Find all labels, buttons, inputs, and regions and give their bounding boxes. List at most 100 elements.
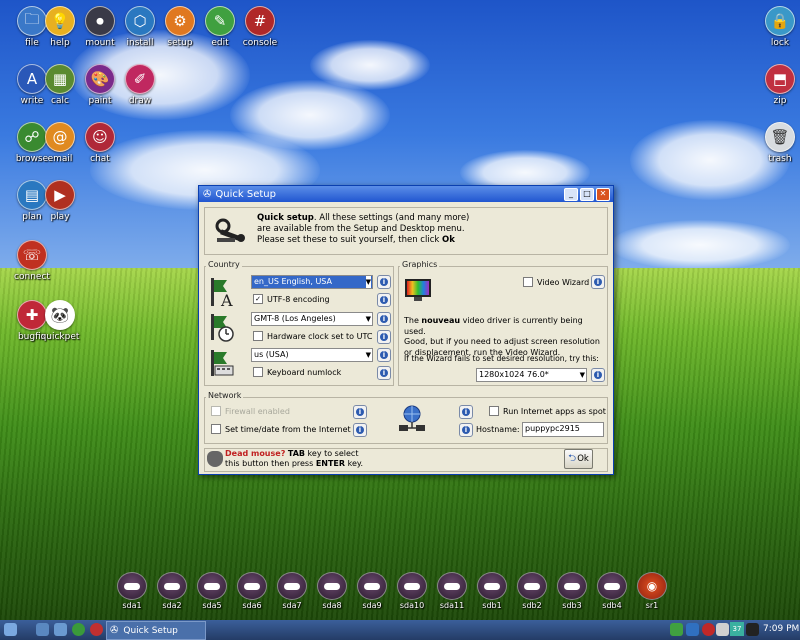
desktop-icon-label: quickpet xyxy=(40,332,80,342)
browser-icon[interactable] xyxy=(72,623,85,636)
video-wizard-info-icon[interactable]: i xyxy=(591,275,605,289)
network-info-icon-2[interactable]: i xyxy=(459,423,473,437)
timedate-check-box[interactable] xyxy=(211,424,221,434)
drive-sdb2[interactable]: sdb2 xyxy=(516,572,548,610)
drive-sda5[interactable]: sda5 xyxy=(196,572,228,610)
drive-sdb4[interactable]: sdb4 xyxy=(596,572,628,610)
numlock-info-icon[interactable]: i xyxy=(377,366,391,380)
tray-update-icon[interactable] xyxy=(702,623,715,636)
desktop-icon-draw[interactable]: ✐ draw xyxy=(112,64,168,106)
drive-sda11[interactable]: sda11 xyxy=(436,572,468,610)
drive-sr1[interactable]: ◉ sr1 xyxy=(636,572,668,610)
drive-sda7[interactable]: sda7 xyxy=(276,572,308,610)
firewall-checkbox[interactable]: Firewall enabled xyxy=(211,406,290,416)
drive-label: sda2 xyxy=(162,601,182,610)
trash-icon: 🗑 xyxy=(765,122,795,152)
hostname-input[interactable]: puppypc2915 xyxy=(522,422,604,437)
footer-line1-rest: key to select xyxy=(305,449,359,458)
spot-check-box[interactable] xyxy=(489,406,499,416)
desktop-icon-connect[interactable]: ☏ connect xyxy=(4,240,60,282)
drive-label: sdb1 xyxy=(482,601,502,610)
mouse-icon xyxy=(207,451,223,467)
edit-icon: ✎ xyxy=(205,6,235,36)
drive-sda9[interactable]: sda9 xyxy=(356,572,388,610)
desktop-icon-trash[interactable]: 🗑 trash xyxy=(752,122,800,164)
drive-icon xyxy=(397,572,427,600)
hwclock-check-box[interactable] xyxy=(253,331,263,341)
timedate-checkbox[interactable]: Set time/date from the Internet xyxy=(211,424,351,434)
menu-icon[interactable] xyxy=(4,623,17,636)
calc-icon: ▦ xyxy=(45,64,75,94)
firewall-info-icon[interactable]: i xyxy=(353,405,367,419)
tray-network-icon[interactable] xyxy=(686,623,699,636)
timezone-select[interactable]: GMT-8 (Los Angeles) ▼ xyxy=(251,312,373,326)
drive-icon xyxy=(437,572,467,600)
drive-sda2[interactable]: sda2 xyxy=(156,572,188,610)
firewall-check-box[interactable] xyxy=(211,406,221,416)
ok-button[interactable]: ⮌ Ok xyxy=(564,449,593,469)
tray-monitor-icon[interactable] xyxy=(746,623,759,636)
cloud xyxy=(310,40,430,90)
numlock-check-box[interactable] xyxy=(253,367,263,377)
drive-sda8[interactable]: sda8 xyxy=(316,572,348,610)
resolution-info-icon[interactable]: i xyxy=(591,368,605,382)
hwclock-checkbox[interactable]: Hardware clock set to UTC xyxy=(253,331,372,341)
desktop-icon-console[interactable]: # console xyxy=(232,6,288,48)
lock-icon: 🔒 xyxy=(765,6,795,36)
gfx-desc-pre: The xyxy=(404,316,422,325)
drive-icon xyxy=(477,572,507,600)
locale-select[interactable]: en_US English, USA ▼ xyxy=(251,275,373,289)
graphics-description: The nouveau video driver is currently be… xyxy=(404,316,604,358)
maximize-button[interactable]: □ xyxy=(580,188,594,201)
tray-volume-icon[interactable] xyxy=(716,623,729,636)
drive-sda10[interactable]: sda10 xyxy=(396,572,428,610)
locale-info-icon[interactable]: i xyxy=(377,275,391,289)
keyboard-select[interactable]: us (USA) ▼ xyxy=(251,348,373,362)
video-wizard-check-box[interactable] xyxy=(523,277,533,287)
drive-sdb3[interactable]: sdb3 xyxy=(556,572,588,610)
email-icon: @ xyxy=(45,122,75,152)
utf8-check-box[interactable]: ✓ xyxy=(253,294,263,304)
drive-sda6[interactable]: sda6 xyxy=(236,572,268,610)
desktop-icon-quickpet[interactable]: 🐼 quickpet xyxy=(32,300,88,342)
desktop-icon-lock[interactable]: 🔒 lock xyxy=(752,6,800,48)
hwclock-info-icon[interactable]: i xyxy=(377,330,391,344)
clock[interactable]: 7:09 PM xyxy=(763,624,799,634)
desktop-icon-label: draw xyxy=(128,96,152,106)
drive-label: sda6 xyxy=(242,601,262,610)
timezone-info-icon[interactable]: i xyxy=(377,312,391,326)
desktop-icon-play[interactable]: ▶ play xyxy=(32,180,88,222)
drive-sda1[interactable]: sda1 xyxy=(116,572,148,610)
numlock-checkbox[interactable]: Keyboard numlock xyxy=(253,367,341,377)
drive-icon xyxy=(557,572,587,600)
footer-line2-post: key. xyxy=(345,459,364,468)
drive-icon xyxy=(277,572,307,600)
close-button[interactable]: ✕ xyxy=(596,188,610,201)
network-info-icon-1[interactable]: i xyxy=(459,405,473,419)
utf8-info-icon[interactable]: i xyxy=(377,293,391,307)
desktop-icon-zip[interactable]: ⬒ zip xyxy=(752,64,800,106)
drive-icon xyxy=(117,572,147,600)
shutdown-icon[interactable] xyxy=(90,623,103,636)
task-button-quick-setup[interactable]: ✇ Quick Setup xyxy=(106,621,206,640)
timezone-value: GMT-8 (Los Angeles) xyxy=(254,314,336,323)
home-icon[interactable] xyxy=(54,623,67,636)
keyboard-info-icon[interactable]: i xyxy=(377,348,391,362)
desktop-icon-chat[interactable]: ☺ chat xyxy=(72,122,128,164)
tray-battery-icon[interactable] xyxy=(670,623,683,636)
drive-label: sdb2 xyxy=(522,601,542,610)
drive-icon xyxy=(317,572,347,600)
minimize-button[interactable]: _ xyxy=(564,188,578,201)
spot-checkbox[interactable]: Run Internet apps as spot xyxy=(489,406,606,416)
title-bar[interactable]: ✇ Quick Setup xyxy=(199,186,613,202)
video-wizard-checkbox[interactable]: Video Wizard xyxy=(523,277,589,287)
timedate-info-icon[interactable]: i xyxy=(353,423,367,437)
drive-sdb1[interactable]: sdb1 xyxy=(476,572,508,610)
utf8-checkbox[interactable]: ✓ UTF-8 encoding xyxy=(253,294,330,304)
network-label: Network xyxy=(206,391,244,400)
desktop-icon[interactable] xyxy=(36,623,49,636)
resolution-select[interactable]: 1280x1024 76.0* ▼ xyxy=(476,368,587,382)
drive-label: sda5 xyxy=(202,601,222,610)
chat-icon: ☺ xyxy=(85,122,115,152)
zip-icon: ⬒ xyxy=(765,64,795,94)
